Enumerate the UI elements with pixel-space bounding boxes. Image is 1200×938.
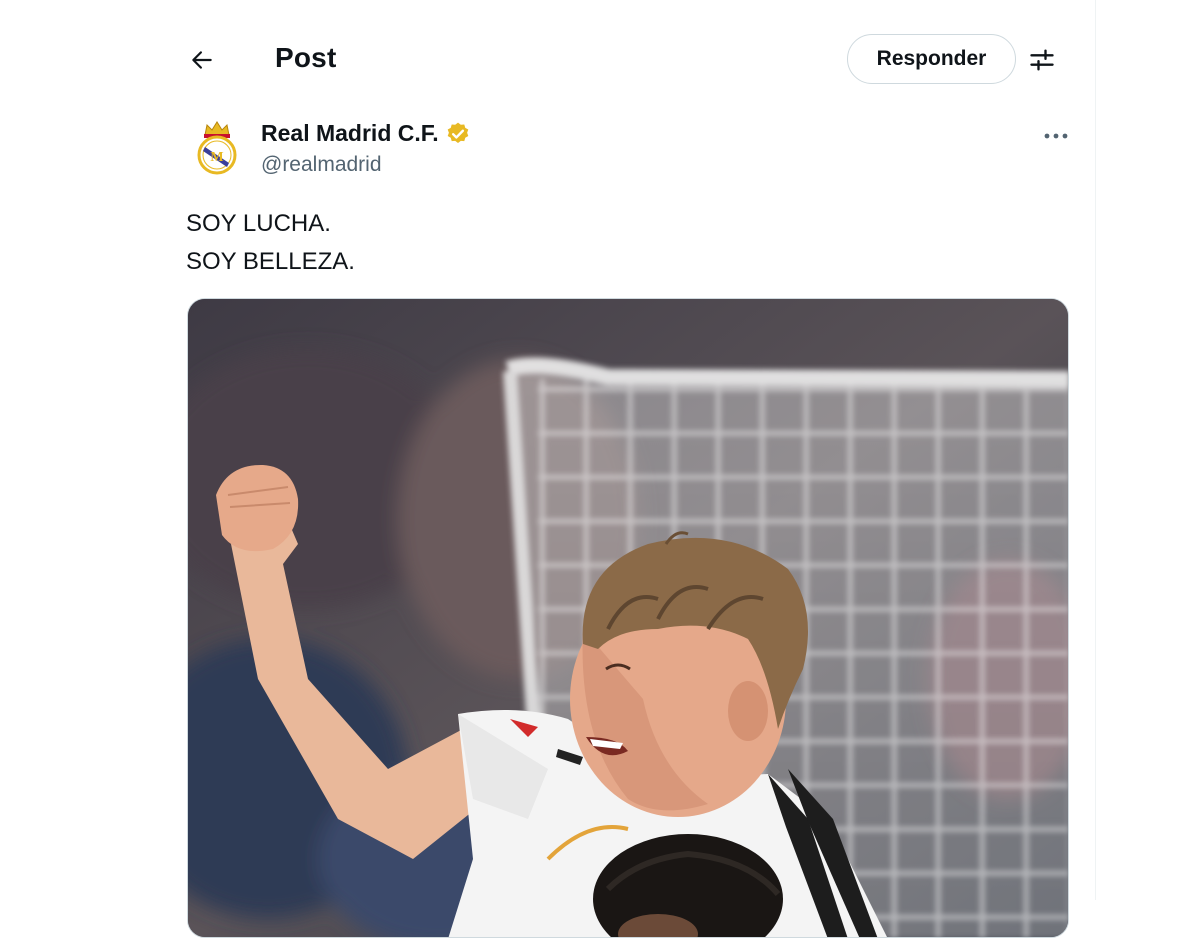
- author-name[interactable]: Real Madrid C.F.: [261, 120, 439, 147]
- real-madrid-crest-icon: M: [197, 121, 237, 175]
- top-bar: Post Responder: [170, 30, 1096, 90]
- post-text-line: SOY BELLEZA.: [186, 248, 355, 275]
- arrow-left-icon: [192, 51, 212, 69]
- author-name-row[interactable]: Real Madrid C.F.: [261, 120, 471, 147]
- media-image: [188, 299, 1068, 937]
- filter-button[interactable]: [1022, 40, 1062, 80]
- author-handle[interactable]: @realmadrid: [261, 153, 382, 177]
- more-horizontal-icon: [1044, 133, 1068, 139]
- avatar[interactable]: M: [186, 116, 248, 178]
- reply-button[interactable]: Responder: [847, 34, 1016, 84]
- page-title: Post: [275, 42, 337, 73]
- more-options-button[interactable]: [1036, 120, 1076, 152]
- back-button[interactable]: [182, 40, 222, 80]
- main-column: Post Responder M Real Madrid C.F. @realm…: [170, 0, 1096, 938]
- post-media[interactable]: [187, 298, 1069, 938]
- post-text-line: SOY LUCHA.: [186, 210, 331, 237]
- post-text: SOY LUCHA. SOY BELLEZA.: [186, 205, 1066, 281]
- svg-text:M: M: [210, 150, 223, 165]
- verified-badge-icon[interactable]: [445, 121, 471, 147]
- sliders-icon: [1030, 49, 1054, 71]
